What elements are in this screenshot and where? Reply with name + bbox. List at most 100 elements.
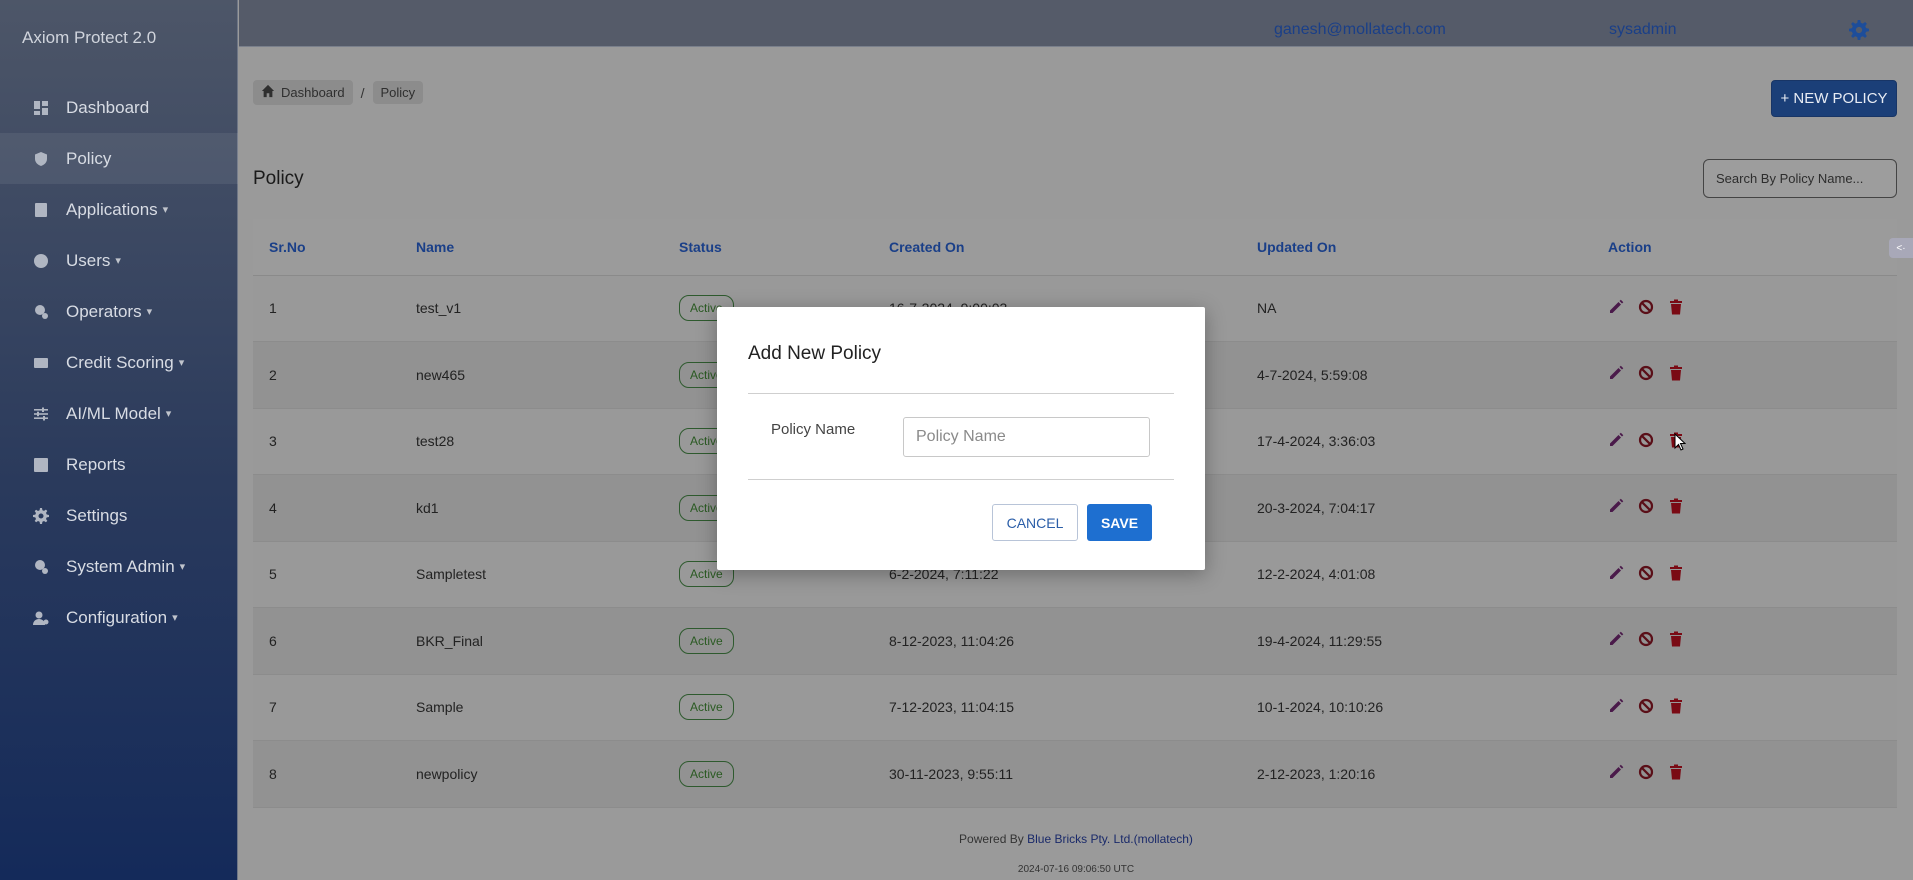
cell-actions bbox=[1592, 474, 1897, 542]
chevron-down-icon: ▾ bbox=[172, 612, 178, 624]
cell-created-on: 8-12-2023, 11:04:26 bbox=[873, 607, 1241, 675]
policy-name-input[interactable] bbox=[903, 417, 1150, 457]
table-header-row: Sr.No Name Status Created On Updated On … bbox=[253, 219, 1897, 276]
sidebar-item-dashboard[interactable]: Dashboard bbox=[0, 82, 238, 133]
user-email[interactable]: ganesh@mollatech.com bbox=[1274, 21, 1446, 39]
credit-card-icon bbox=[33, 355, 49, 371]
cell-updated-on: 12-2-2024, 4:01:08 bbox=[1241, 541, 1592, 608]
page-title: Policy bbox=[253, 168, 304, 189]
gear-icon bbox=[33, 507, 49, 524]
cell-status: Active bbox=[663, 607, 873, 675]
sidebar-item-aiml-model[interactable]: AI/ML Model ▾ bbox=[0, 388, 238, 439]
cell-name: new465 bbox=[400, 341, 663, 409]
sidebar-item-configuration[interactable]: Configuration ▾ bbox=[0, 592, 238, 643]
edit-icon[interactable] bbox=[1608, 365, 1624, 384]
cell-updated-on: 19-4-2024, 11:29:55 bbox=[1241, 607, 1592, 675]
delete-icon[interactable] bbox=[1668, 565, 1684, 584]
edit-icon[interactable] bbox=[1608, 432, 1624, 451]
sidebar-item-label: AI/ML Model bbox=[66, 403, 161, 423]
sidebar-item-credit-scoring[interactable]: Credit Scoring ▾ bbox=[0, 337, 238, 388]
block-icon[interactable] bbox=[1638, 698, 1654, 717]
block-icon[interactable] bbox=[1638, 432, 1654, 451]
chevron-down-icon: ▾ bbox=[165, 408, 172, 420]
cell-srno: 3 bbox=[253, 408, 400, 475]
sidebar-item-label: Operators bbox=[66, 301, 142, 321]
delete-icon[interactable] bbox=[1668, 365, 1684, 384]
chevron-down-icon: ▾ bbox=[162, 204, 169, 216]
chevron-down-icon: ▾ bbox=[146, 306, 153, 318]
sidebar-item-label: Applications bbox=[66, 199, 158, 219]
status-badge: Active bbox=[679, 694, 734, 721]
username[interactable]: sysadmin bbox=[1609, 21, 1677, 39]
sliders-icon bbox=[33, 406, 49, 422]
sidebar-item-policy[interactable]: Policy bbox=[0, 133, 238, 184]
top-bar: ganesh@mollatech.com sysadmin bbox=[239, 0, 1913, 47]
delete-icon[interactable] bbox=[1668, 498, 1684, 517]
cancel-button[interactable]: CANCEL bbox=[992, 504, 1078, 541]
cell-srno: 7 bbox=[253, 674, 400, 741]
admin-icon bbox=[33, 559, 49, 575]
new-policy-button[interactable]: + NEW POLICY bbox=[1771, 80, 1897, 117]
sidebar-nav: Dashboard Policy Applications ▾ Users ▾ … bbox=[0, 82, 238, 643]
edit-icon[interactable] bbox=[1608, 565, 1624, 584]
column-header-created-on[interactable]: Created On bbox=[873, 219, 1241, 276]
delete-icon[interactable] bbox=[1668, 698, 1684, 717]
block-icon[interactable] bbox=[1638, 365, 1654, 384]
delete-icon[interactable] bbox=[1668, 631, 1684, 650]
sidebar-item-system-admin[interactable]: System Admin ▾ bbox=[0, 541, 238, 592]
breadcrumb-current-label: Policy bbox=[380, 85, 416, 100]
block-icon[interactable] bbox=[1638, 498, 1654, 517]
column-header-srno[interactable]: Sr.No bbox=[253, 219, 400, 276]
sidebar-item-reports[interactable]: Reports bbox=[0, 439, 238, 490]
modal-divider bbox=[748, 393, 1174, 394]
block-icon[interactable] bbox=[1638, 299, 1654, 318]
app-title: Axiom Protect 2.0 bbox=[22, 28, 157, 47]
cell-updated-on: 20-3-2024, 7:04:17 bbox=[1241, 474, 1592, 542]
sidebar-item-label: System Admin bbox=[66, 556, 175, 576]
footer-timestamp: 2024-07-16 09:06:50 UTC bbox=[1017, 864, 1135, 875]
footer: Powered By Blue Bricks Pty. Ltd.(mollate… bbox=[239, 832, 1913, 846]
cell-srno: 1 bbox=[253, 275, 400, 342]
breadcrumb-home[interactable]: Dashboard bbox=[253, 80, 353, 105]
edit-icon[interactable] bbox=[1608, 764, 1624, 783]
sidebar-item-operators[interactable]: Operators ▾ bbox=[0, 286, 238, 337]
column-header-status[interactable]: Status bbox=[663, 219, 873, 276]
block-icon[interactable] bbox=[1638, 631, 1654, 650]
edit-icon[interactable] bbox=[1608, 698, 1624, 717]
search-input[interactable] bbox=[1703, 159, 1897, 198]
gear-icon[interactable] bbox=[1849, 20, 1869, 40]
delete-icon[interactable] bbox=[1668, 299, 1684, 318]
column-header-updated-on[interactable]: Updated On bbox=[1241, 219, 1592, 276]
cell-status: Active bbox=[663, 674, 873, 741]
sidebar-item-label: Credit Scoring bbox=[66, 352, 174, 372]
chart-icon bbox=[33, 457, 49, 473]
footer-company-link[interactable]: Blue Bricks Pty. Ltd.(mollatech) bbox=[1027, 832, 1193, 846]
side-toggle-tab[interactable]: <· bbox=[1889, 238, 1913, 258]
sidebar-item-applications[interactable]: Applications ▾ bbox=[0, 184, 238, 235]
sidebar-item-settings[interactable]: Settings bbox=[0, 490, 238, 541]
cell-name: Sampletest bbox=[400, 541, 663, 608]
cell-updated-on: 17-4-2024, 3:36:03 bbox=[1241, 408, 1592, 475]
sidebar-item-users[interactable]: Users ▾ bbox=[0, 235, 238, 286]
sidebar-item-label: Reports bbox=[66, 454, 126, 474]
block-icon[interactable] bbox=[1638, 764, 1654, 783]
edit-icon[interactable] bbox=[1608, 299, 1624, 318]
cell-created-on: 30-11-2023, 9:55:11 bbox=[873, 740, 1241, 808]
cell-name: test28 bbox=[400, 408, 663, 475]
mouse-cursor-icon bbox=[1674, 433, 1686, 451]
status-badge: Active bbox=[679, 627, 734, 654]
modal-title: Add New Policy bbox=[748, 343, 882, 364]
sidebar-item-label: Settings bbox=[66, 505, 128, 525]
breadcrumb-home-label: Dashboard bbox=[281, 85, 345, 100]
edit-icon[interactable] bbox=[1608, 631, 1624, 650]
edit-icon[interactable] bbox=[1608, 498, 1624, 517]
breadcrumb-current: Policy bbox=[372, 81, 424, 104]
save-button[interactable]: SAVE bbox=[1087, 504, 1152, 541]
cell-actions bbox=[1592, 408, 1897, 475]
cell-status: Active bbox=[663, 740, 873, 808]
block-icon[interactable] bbox=[1638, 565, 1654, 584]
column-header-name[interactable]: Name bbox=[400, 219, 663, 276]
delete-icon[interactable] bbox=[1668, 764, 1684, 783]
cell-updated-on: 2-12-2023, 1:20:16 bbox=[1241, 740, 1592, 808]
add-policy-modal: Add New Policy Policy Name CANCEL SAVE bbox=[717, 307, 1205, 570]
